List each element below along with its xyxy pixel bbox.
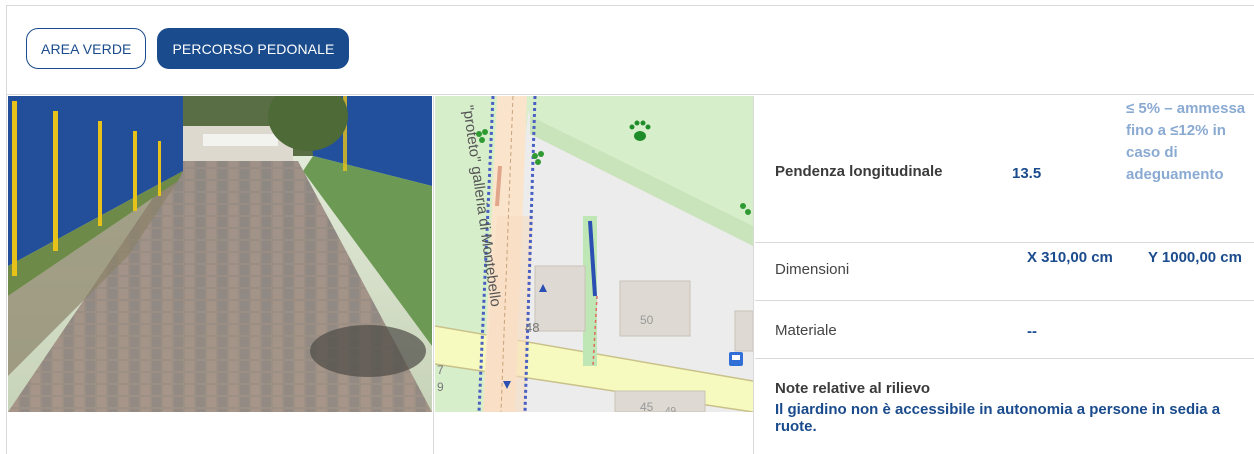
svg-text:45: 45 [640, 400, 654, 412]
svg-text:49: 49 [665, 406, 677, 412]
column-divider [433, 96, 434, 454]
svg-text:48: 48 [525, 320, 539, 335]
table-row: Materiale -- [755, 301, 1254, 359]
row-label: Pendenza longitudinale [775, 163, 943, 180]
column-divider [753, 96, 754, 454]
svg-text:9: 9 [437, 380, 444, 394]
divider [6, 94, 1254, 95]
tab-area-verde[interactable]: AREA VERDE [26, 28, 147, 69]
location-map[interactable]: 48 50 45 49 7 9 "proteto" galleria di Mo… [435, 96, 753, 412]
row-note: ≤ 5% – ammessa fino a ≤12% in caso di ad… [1126, 100, 1246, 183]
note-text: Il giardino non è accessibile in autonom… [775, 401, 1221, 435]
row-label: Dimensioni [775, 261, 850, 278]
svg-text:50: 50 [640, 313, 654, 327]
row-value: -- [1027, 323, 1037, 340]
svg-text:7: 7 [437, 363, 444, 377]
path-photo [8, 96, 432, 412]
category-tabs: AREA VERDE PERCORSO PEDONALE [26, 28, 350, 69]
note-title: Note relative al rilievo [775, 380, 931, 397]
table-row: Dimensioni X 310,00 cm Y 1000,00 cm [755, 243, 1254, 301]
row-label: Materiale [775, 322, 837, 339]
row-value: X 310,00 cm [1027, 249, 1113, 266]
row-value: Y 1000,00 cm [1148, 249, 1242, 266]
row-value: 13.5 [1012, 165, 1042, 182]
table-row: Pendenza longitudinale 13.5 ≤ 5% – ammes… [755, 96, 1254, 243]
tab-percorso-pedonale[interactable]: PERCORSO PEDONALE [157, 28, 350, 69]
